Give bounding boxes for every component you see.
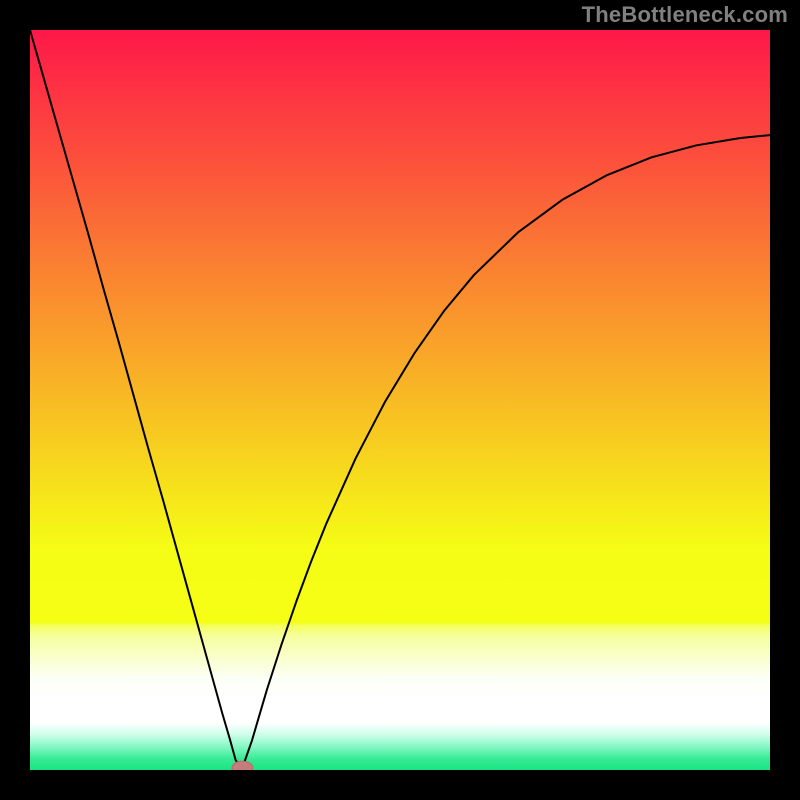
chart-background [30,30,770,770]
chart-container: TheBottleneck.com [0,0,800,800]
chart-marker [232,761,253,770]
chart-svg [30,30,770,770]
plot-area [30,30,770,770]
watermark-text: TheBottleneck.com [582,2,788,28]
